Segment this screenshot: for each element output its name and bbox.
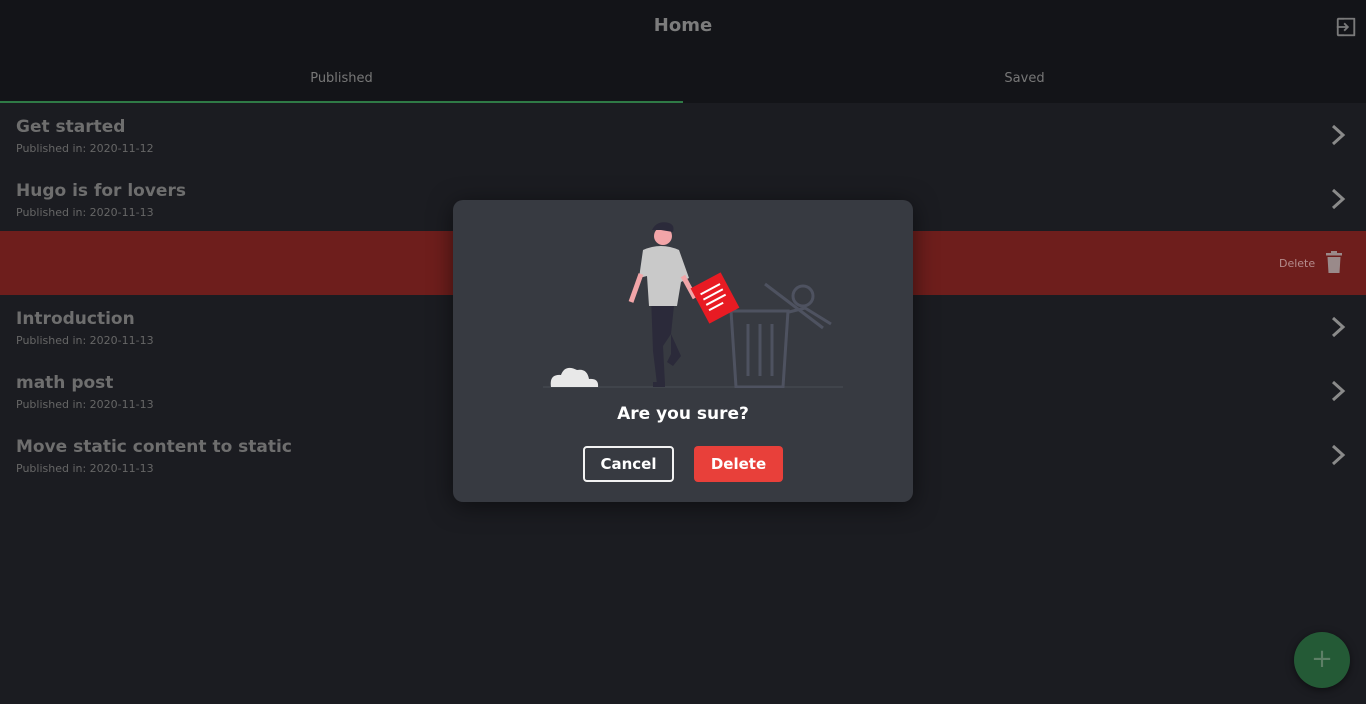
post-title: Move static content to static — [16, 437, 292, 457]
post-title: math post — [16, 373, 114, 393]
logout-icon[interactable] — [1335, 16, 1357, 38]
delete-illustration — [543, 222, 843, 388]
chevron-right-icon — [1331, 380, 1346, 402]
tab-published[interactable]: Published — [0, 55, 683, 103]
list-item[interactable]: Get started Published in: 2020-11-12 — [0, 103, 1366, 167]
delete-label[interactable]: Delete — [1279, 257, 1315, 270]
post-date: Published in: 2020-11-13 — [16, 206, 154, 219]
confirm-delete-button[interactable]: Delete — [694, 446, 783, 482]
post-title: Get started — [16, 117, 126, 137]
confirm-delete-dialog: Are you sure? Cancel Delete — [453, 200, 913, 502]
cancel-button[interactable]: Cancel — [583, 446, 674, 482]
post-title: Hugo is for lovers — [16, 181, 186, 201]
post-date: Published in: 2020-11-12 — [16, 142, 154, 155]
post-date: Published in: 2020-11-13 — [16, 398, 154, 411]
dialog-question: Are you sure? — [617, 404, 749, 424]
post-date: Published in: 2020-11-13 — [16, 334, 154, 347]
post-title: Introduction — [16, 309, 135, 329]
add-post-button[interactable]: + — [1294, 632, 1350, 688]
app-header: Home Published Saved — [0, 0, 1366, 103]
post-date: Published in: 2020-11-13 — [16, 462, 154, 475]
chevron-right-icon — [1331, 188, 1346, 210]
chevron-right-icon — [1331, 124, 1346, 146]
page-title: Home — [653, 15, 713, 36]
tab-saved[interactable]: Saved — [683, 55, 1366, 103]
chevron-right-icon — [1331, 316, 1346, 338]
trash-icon[interactable] — [1325, 251, 1343, 273]
chevron-right-icon — [1331, 444, 1346, 466]
